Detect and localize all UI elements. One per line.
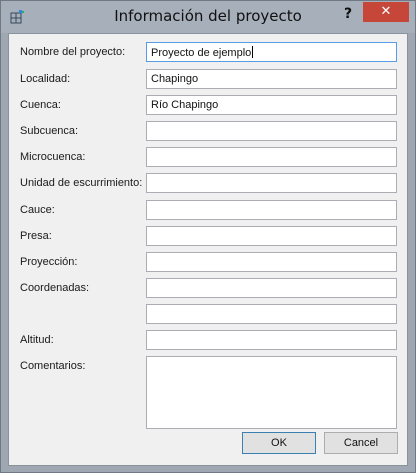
close-icon: ✕ [380, 4, 392, 19]
label-unidad-escurrimiento: Unidad de escurrimiento: [20, 177, 143, 189]
close-button[interactable]: ✕ [363, 2, 409, 22]
label-comentarios: Comentarios: [20, 360, 86, 372]
comentarios-textarea[interactable] [146, 356, 397, 429]
subcuenca-input[interactable] [146, 121, 397, 141]
proyeccion-input[interactable] [146, 252, 397, 272]
nombre-proyecto-input[interactable]: Proyecto de ejemplo [146, 42, 397, 62]
label-localidad: Localidad: [20, 73, 71, 85]
dialog-body: Nombre del proyecto: Proyecto de ejemplo… [8, 33, 408, 466]
text-caret [252, 46, 254, 58]
title-bar[interactable]: Información del proyecto ? ✕ [1, 1, 415, 33]
altitud-input[interactable] [146, 330, 397, 350]
ok-button[interactable]: OK [242, 432, 316, 454]
microcuenca-input[interactable] [146, 147, 397, 167]
label-cauce: Cauce: [20, 204, 55, 216]
label-proyeccion: Proyección: [20, 256, 78, 268]
label-cuenca: Cuenca: [20, 99, 61, 111]
label-presa: Presa: [20, 230, 52, 242]
presa-input[interactable] [146, 226, 397, 246]
coordenadas-input-1[interactable] [146, 278, 397, 298]
help-button[interactable]: ? [337, 3, 359, 25]
cancel-button[interactable]: Cancel [324, 432, 398, 454]
label-subcuenca: Subcuenca: [20, 125, 79, 137]
label-coordenadas: Coordenadas: [20, 282, 90, 294]
unidad-escurrimiento-input[interactable] [146, 173, 397, 193]
label-nombre-proyecto: Nombre del proyecto: [20, 46, 126, 58]
label-microcuenca: Microcuenca: [20, 151, 86, 163]
localidad-input[interactable]: Chapingo [146, 69, 397, 89]
label-altitud: Altitud: [20, 334, 54, 346]
cauce-input[interactable] [146, 200, 397, 220]
dialog-window: Información del proyecto ? ✕ Nombre del … [0, 0, 416, 473]
cuenca-input[interactable]: Río Chapingo [146, 95, 397, 115]
coordenadas-input-2[interactable] [146, 304, 397, 324]
